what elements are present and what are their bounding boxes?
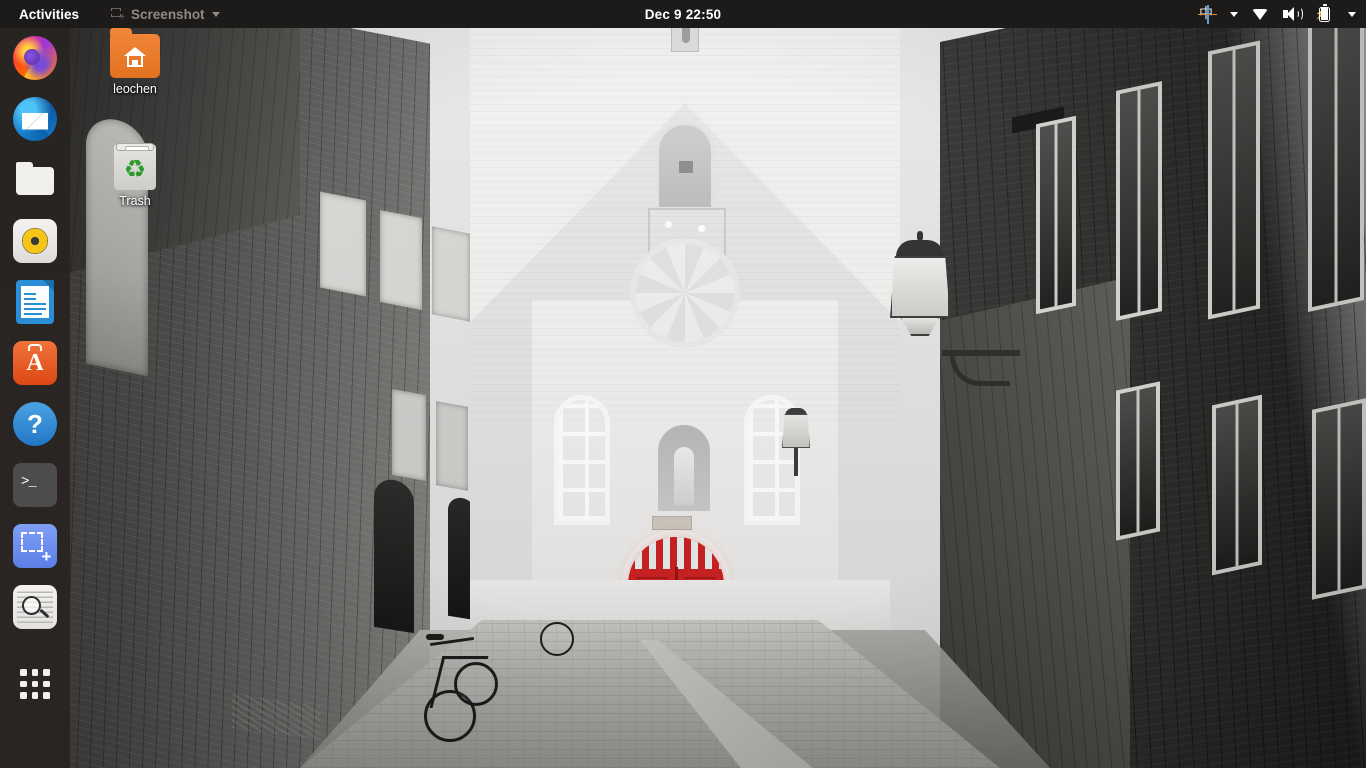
trash-icon: ♻ [114, 143, 156, 190]
battery-charging-icon[interactable]: ⚡ [1314, 4, 1334, 22]
top-bar-right: 中 ⚡ [1198, 4, 1356, 24]
wallpaper-street-lamp [890, 231, 1020, 392]
dock-item-show-applications[interactable] [11, 660, 59, 708]
screenshot-icon: + [111, 8, 125, 23]
clock-button[interactable]: Dec 9 22:50 [553, 7, 813, 22]
church-door-plaque [652, 516, 692, 530]
desktop-wallpaper[interactable] [0, 0, 1366, 768]
dock-item-thunderbird[interactable] [11, 95, 59, 143]
libreoffice-writer-icon [16, 280, 54, 324]
desktop-icon-trash[interactable]: ♻ Trash [89, 143, 181, 208]
activities-button[interactable]: Activities [12, 4, 86, 25]
dock-item-libreoffice-writer[interactable] [11, 278, 59, 326]
wallpaper-street-lamp-2 [782, 408, 824, 476]
desktop-icon-label: Trash [119, 194, 151, 208]
wallpaper-left-building [0, 0, 470, 768]
church-upper-niche [656, 122, 714, 210]
dock-item-screenshot[interactable]: + [11, 522, 59, 570]
dock-item-help[interactable]: ? [11, 400, 59, 448]
church-statue [674, 447, 694, 505]
home-folder-icon [110, 28, 160, 78]
ubuntu-software-icon: A [13, 341, 57, 385]
left-doorway-1 [374, 476, 414, 634]
terminal-icon: >_ [13, 463, 57, 507]
input-method-indicator[interactable]: 中 [1198, 4, 1217, 24]
dock-item-terminal[interactable]: >_ [11, 461, 59, 509]
volume-icon[interactable] [1283, 7, 1303, 21]
wallpaper-church [470, 0, 900, 680]
church-window-left [554, 395, 610, 525]
document-search-icon [13, 585, 57, 629]
house-glyph-icon [124, 46, 146, 67]
app-menu-button[interactable]: + Screenshot [104, 4, 227, 25]
system-menu-chevron-down-icon[interactable] [1348, 11, 1356, 17]
chevron-down-icon[interactable] [1230, 11, 1238, 17]
screenshot-app-icon: + [13, 524, 57, 568]
dock: A ? >_ + [0, 28, 70, 768]
dock-item-document-search[interactable] [11, 583, 59, 631]
desktop-icon-label: leochen [113, 82, 157, 96]
wallpaper-bicycle [424, 620, 502, 748]
help-icon: ? [13, 402, 57, 446]
dock-item-firefox[interactable] [11, 34, 59, 82]
wallpaper-bicycle-2 [540, 618, 578, 660]
left-doorway-2 [448, 495, 470, 621]
top-bar-left: Activities + Screenshot [0, 4, 227, 25]
dock-item-ubuntu-software[interactable]: A [11, 339, 59, 387]
rhythmbox-icon [13, 219, 57, 263]
top-bar: Activities + Screenshot Dec 9 22:50 中 ⚡ [0, 0, 1366, 28]
chevron-down-icon [211, 11, 220, 17]
app-menu-label: Screenshot [131, 6, 205, 22]
desktop-icon-home-folder[interactable]: leochen [89, 28, 181, 96]
thunderbird-icon [13, 97, 57, 141]
church-rose-window [630, 238, 740, 348]
dock-item-files[interactable] [11, 156, 59, 204]
door-fanlight [628, 537, 724, 569]
files-icon [13, 158, 57, 202]
firefox-icon [13, 36, 57, 80]
church-statue-niche [658, 425, 710, 511]
recycle-symbol-icon: ♻ [123, 154, 147, 184]
show-applications-grid-icon [13, 662, 57, 706]
dock-item-rhythmbox[interactable] [11, 217, 59, 265]
wifi-icon[interactable] [1252, 8, 1269, 21]
